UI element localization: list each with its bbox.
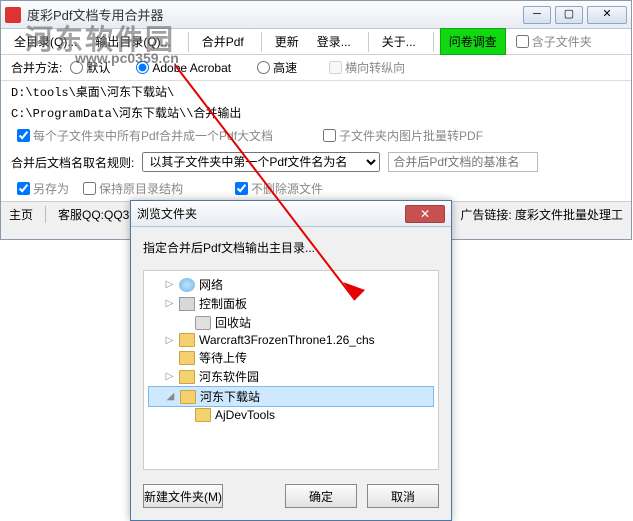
all-dir-button[interactable]: 全目录(Q)... bbox=[7, 30, 84, 53]
main-toolbar: 全目录(Q)... 输出目录(Q)... 合并Pdf 更新 登录... 关于..… bbox=[1, 29, 631, 55]
maximize-button[interactable]: ▢ bbox=[555, 6, 583, 24]
include-subfolder-checkbox[interactable]: 含子文件夹 bbox=[516, 33, 592, 50]
folder-icon bbox=[195, 408, 211, 422]
cancel-button[interactable]: 取消 bbox=[367, 484, 439, 508]
about-button[interactable]: 关于... bbox=[375, 30, 423, 53]
no-delete-checkbox[interactable]: 不删除源文件 bbox=[235, 180, 323, 197]
separator bbox=[188, 32, 189, 52]
path1: D:\tools\桌面\河东下载站\ bbox=[1, 81, 631, 102]
tree-node-ajdevtools[interactable]: AjDevTools bbox=[148, 407, 434, 423]
tree-node-recyclebin[interactable]: 回收站 bbox=[148, 313, 434, 332]
status-home[interactable]: 主页 bbox=[9, 206, 33, 223]
tree-node-download[interactable]: ◢河东下载站 bbox=[148, 386, 434, 407]
path2: C:\ProgramData\河东下载站\\合并输出 bbox=[1, 102, 631, 123]
include-subfolder-label: 含子文件夹 bbox=[532, 33, 592, 50]
update-button[interactable]: 更新 bbox=[268, 30, 306, 53]
hv-convert-checkbox[interactable]: 横向转纵向 bbox=[329, 59, 405, 76]
output-dir-button[interactable]: 输出目录(Q)... bbox=[88, 30, 177, 53]
folder-tree[interactable]: ▷网络 ▷控制面板 回收站 ▷Warcraft3FrozenThrone1.26… bbox=[143, 270, 439, 470]
minimize-button[interactable]: ─ bbox=[523, 6, 551, 24]
sub-img-pdf-checkbox[interactable]: 子文件夹内图片批量转PDF bbox=[323, 127, 483, 144]
folder-icon bbox=[179, 351, 195, 365]
browse-folder-dialog: 浏览文件夹 ✕ 指定合并后Pdf文档输出主目录... ▷网络 ▷控制面板 回收站… bbox=[130, 200, 452, 521]
dialog-prompt: 指定合并后Pdf文档输出主目录... bbox=[143, 239, 439, 256]
tree-node-soft[interactable]: ▷河东软件园 bbox=[148, 367, 434, 386]
tree-node-network[interactable]: ▷网络 bbox=[148, 275, 434, 294]
tree-node-wait[interactable]: 等待上传 bbox=[148, 348, 434, 367]
folder-icon bbox=[179, 333, 195, 347]
status-ad: 广告链接: 度彩文件批量处理工 bbox=[460, 206, 623, 223]
tree-node-wc3[interactable]: ▷Warcraft3FrozenThrone1.26_chs bbox=[148, 332, 434, 348]
method-label: 合并方法: bbox=[11, 59, 62, 76]
login-button[interactable]: 登录... bbox=[310, 30, 358, 53]
dialog-close-button[interactable]: ✕ bbox=[405, 205, 445, 223]
main-titlebar: 度彩Pdf文档专用合并器 ─ ▢ ✕ bbox=[1, 1, 631, 29]
merge-each-checkbox[interactable]: 每个子文件夹中所有Pdf合并成一个Pdf大文档 bbox=[17, 127, 273, 144]
method-default-radio[interactable]: 默认 bbox=[70, 59, 110, 76]
window-title: 度彩Pdf文档专用合并器 bbox=[27, 5, 523, 24]
name-rule-label: 合并后文档名取名规则: bbox=[11, 154, 134, 171]
control-panel-icon bbox=[179, 297, 195, 311]
separator bbox=[433, 32, 434, 52]
app-icon bbox=[5, 7, 21, 23]
tree-node-controlpanel[interactable]: ▷控制面板 bbox=[148, 294, 434, 313]
folder-icon bbox=[180, 390, 196, 404]
survey-button[interactable]: 问卷调查 bbox=[440, 28, 506, 55]
merge-pdf-button[interactable]: 合并Pdf bbox=[195, 30, 251, 53]
name-rule-select[interactable]: 以其子文件夹中第一个Pdf文件名为名 bbox=[142, 152, 380, 172]
status-qq: 客服QQ:QQ32 bbox=[58, 206, 136, 223]
method-fast-radio[interactable]: 高速 bbox=[257, 59, 297, 76]
close-button[interactable]: ✕ bbox=[587, 6, 627, 24]
method-acrobat-radio[interactable]: Adobe Acrobat bbox=[136, 61, 231, 75]
separator bbox=[261, 32, 262, 52]
basename-input[interactable] bbox=[388, 152, 538, 172]
separator bbox=[368, 32, 369, 52]
keep-struct-checkbox[interactable]: 保持原目录结构 bbox=[83, 180, 183, 197]
network-icon bbox=[179, 278, 195, 292]
new-folder-button[interactable]: 新建文件夹(M) bbox=[143, 484, 223, 508]
recycle-bin-icon bbox=[195, 316, 211, 330]
ok-button[interactable]: 确定 bbox=[285, 484, 357, 508]
folder-icon bbox=[179, 370, 195, 384]
dialog-title: 浏览文件夹 bbox=[137, 205, 405, 222]
save-as-checkbox[interactable]: 另存为 bbox=[17, 180, 69, 197]
include-subfolder-input[interactable] bbox=[516, 35, 529, 48]
